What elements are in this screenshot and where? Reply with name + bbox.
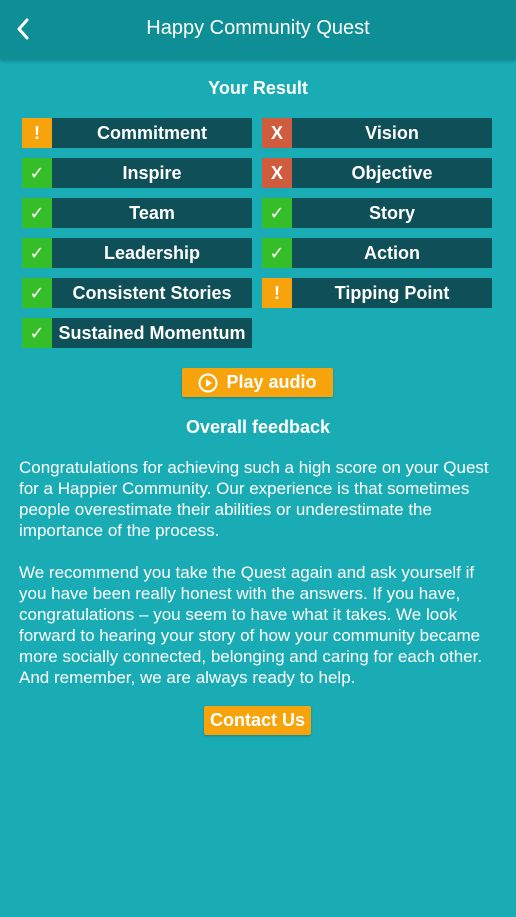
result-item: ✓ Team xyxy=(22,198,252,228)
result-item-label: Story xyxy=(368,202,415,223)
feedback-paragraph-1: Congratulations for achieving such a hig… xyxy=(19,458,489,540)
result-item: X Objective xyxy=(262,158,492,188)
status-glyph: ✓ xyxy=(29,163,45,183)
feedback-title: Overall feedback xyxy=(185,417,331,437)
result-item-label: Consistent Stories xyxy=(72,282,232,303)
result-item-label: Vision xyxy=(365,122,419,143)
result-item: X Vision xyxy=(262,118,492,148)
result-item-label: Objective xyxy=(351,162,433,183)
check-icon: ✓ xyxy=(262,198,292,228)
status-glyph: ✓ xyxy=(29,243,45,263)
result-item-label: Commitment xyxy=(96,122,207,143)
result-item: ! Tipping Point xyxy=(262,278,492,308)
cross-icon: X xyxy=(262,158,292,188)
contact-us-button[interactable]: Contact Us xyxy=(204,706,311,735)
result-item: ✓ Inspire xyxy=(22,158,252,188)
status-glyph: X xyxy=(270,163,283,183)
app-header: Happy Community Quest xyxy=(0,0,516,59)
result-item-label: Action xyxy=(364,242,420,263)
play-audio-button[interactable]: Play audio xyxy=(182,368,333,397)
check-icon: ✓ xyxy=(22,318,52,348)
check-icon: ✓ xyxy=(22,198,52,228)
check-icon: ✓ xyxy=(22,158,52,188)
check-icon: ✓ xyxy=(22,238,52,268)
result-item-label: Sustained Momentum xyxy=(58,322,246,343)
status-glyph: ✓ xyxy=(29,323,45,343)
exclamation-icon: ! xyxy=(22,118,52,148)
result-item: ✓ Story xyxy=(262,198,492,228)
status-glyph: X xyxy=(270,123,283,143)
result-item: ! Commitment xyxy=(22,118,252,148)
status-glyph: ! xyxy=(274,283,280,303)
play-audio-label: Play audio xyxy=(226,372,317,392)
result-item-label: Team xyxy=(129,202,175,223)
result-item: ✓ Sustained Momentum xyxy=(22,318,252,348)
result-title: Your Result xyxy=(208,78,308,98)
cross-icon: X xyxy=(262,118,292,148)
feedback-paragraph-2: We recommend you take the Quest again an… xyxy=(19,563,483,687)
check-icon: ✓ xyxy=(262,238,292,268)
status-glyph: ✓ xyxy=(269,243,285,263)
result-item: ✓ Action xyxy=(262,238,492,268)
check-icon: ✓ xyxy=(22,278,52,308)
result-item-label: Leadership xyxy=(103,242,201,263)
status-glyph: ! xyxy=(34,123,40,143)
result-item: ✓ Leadership xyxy=(22,238,252,268)
result-item: ✓ Consistent Stories xyxy=(22,278,252,308)
status-glyph: ✓ xyxy=(269,203,285,223)
status-glyph: ✓ xyxy=(29,203,45,223)
status-glyph: ✓ xyxy=(29,283,45,303)
exclamation-icon: ! xyxy=(262,278,292,308)
result-item-label: Tipping Point xyxy=(334,282,450,303)
play-circle-icon xyxy=(198,373,218,392)
page-title: Happy Community Quest xyxy=(146,17,370,39)
result-item-label: Inspire xyxy=(122,162,182,183)
